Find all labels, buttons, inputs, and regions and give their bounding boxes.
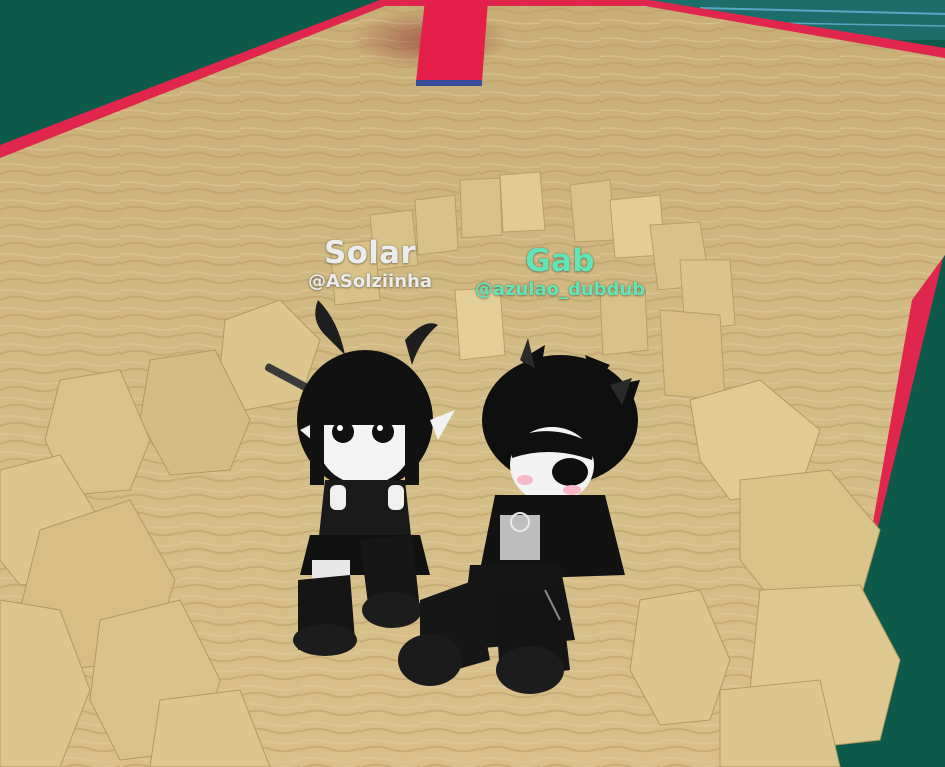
display-name-gab: Gab xyxy=(525,243,595,279)
red-slide xyxy=(416,0,488,82)
username-solar: @ASolziinha xyxy=(307,271,433,293)
nametag-gab: Gab @azulao_dubdub xyxy=(455,244,665,300)
world-scene xyxy=(0,0,945,767)
nametag-solar: Solar @ASolziinha xyxy=(290,236,450,292)
username-gab: @azulao_dubdub xyxy=(474,279,646,301)
game-viewport[interactable]: Solar @ASolziinha Gab @azulao_dubdub xyxy=(0,0,945,767)
display-name-solar: Solar xyxy=(324,235,416,271)
